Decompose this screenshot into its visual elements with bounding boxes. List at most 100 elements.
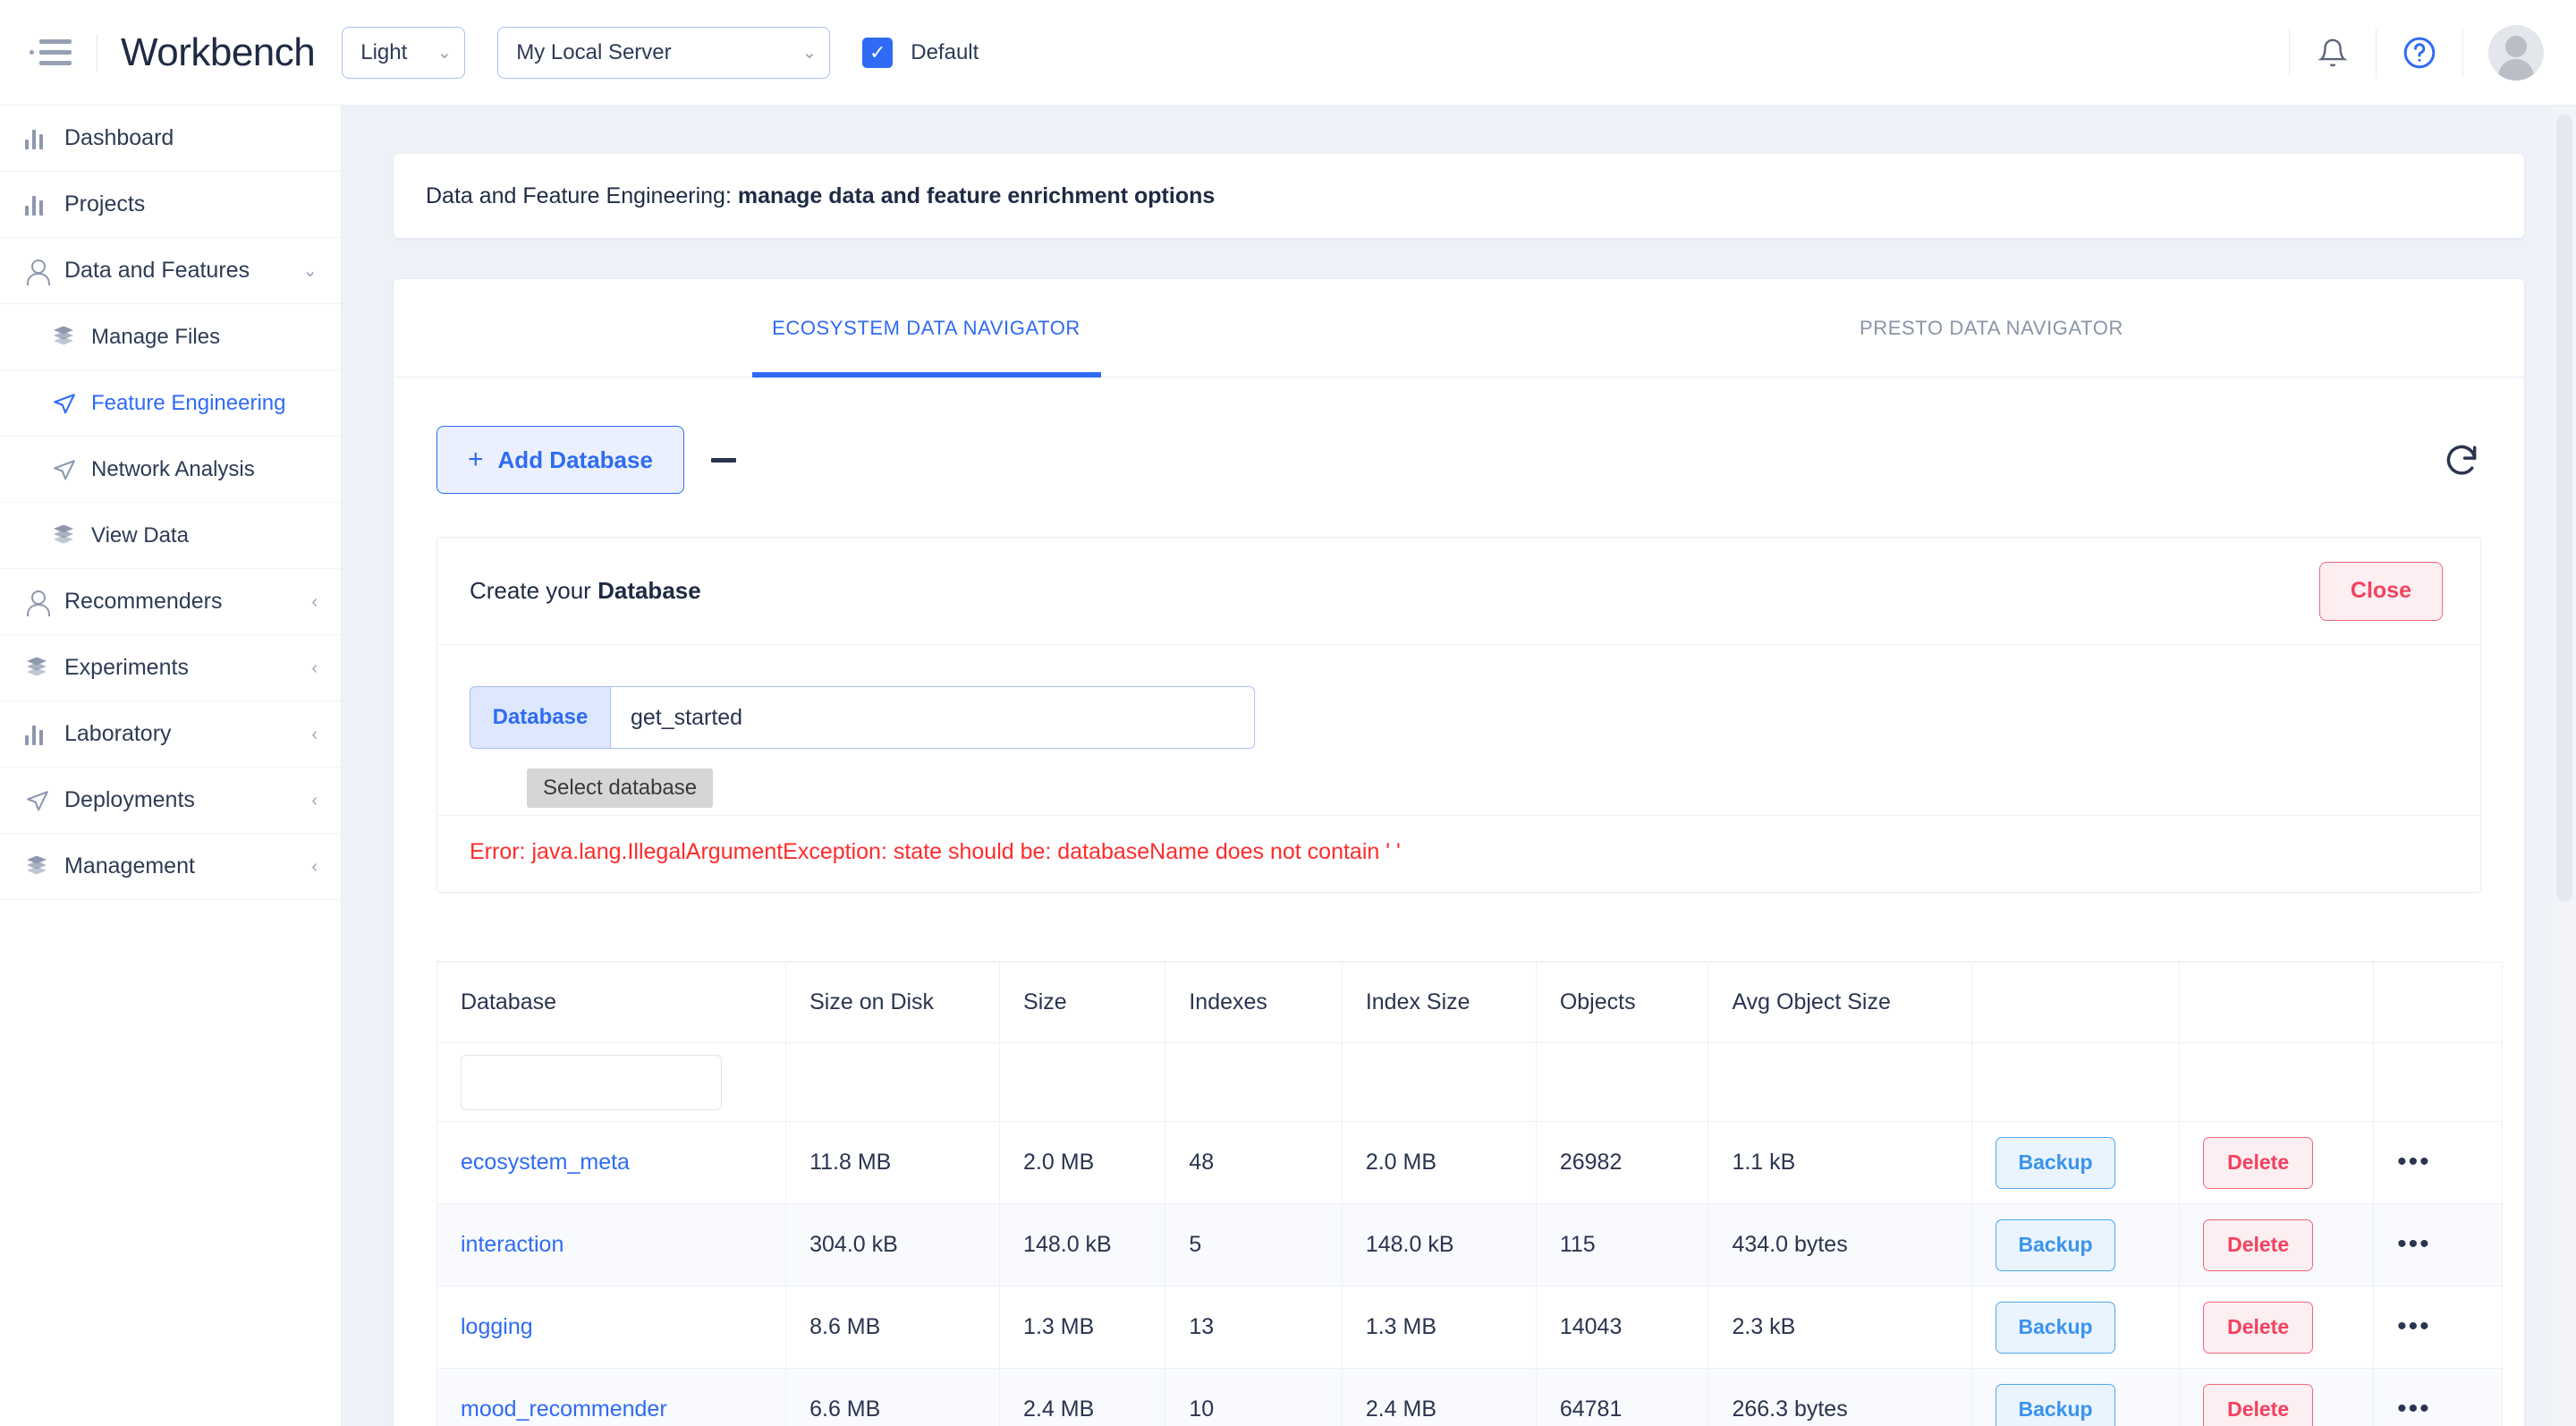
delete-button[interactable]: Delete bbox=[2203, 1301, 2314, 1354]
cell-objects: 14043 bbox=[1535, 1286, 1709, 1369]
database-select-addon[interactable]: Database bbox=[470, 686, 611, 749]
theme-select[interactable]: Light ⌄ bbox=[342, 26, 466, 79]
sidebar-item-data-and-features[interactable]: Data and Features ⌄ bbox=[0, 238, 341, 304]
backup-button[interactable]: Backup bbox=[1996, 1218, 2115, 1271]
sidebar-item-icon bbox=[25, 789, 64, 812]
avatar[interactable] bbox=[2488, 24, 2544, 81]
send-icon bbox=[54, 393, 75, 413]
database-link[interactable]: ecosystem_meta bbox=[461, 1150, 630, 1175]
sidebar-item-manage-files[interactable]: Manage Files bbox=[0, 304, 341, 370]
sidebar-item-label: Manage Files bbox=[91, 324, 221, 349]
cell-avg-object-size: 434.0 bytes bbox=[1707, 1203, 1973, 1286]
default-checkbox-group: ✓ Default bbox=[862, 37, 979, 68]
column-header-size-on-disk[interactable]: Size on Disk bbox=[785, 962, 1001, 1043]
sidebar-item-network-analysis[interactable]: Network Analysis bbox=[0, 437, 341, 503]
default-checkbox[interactable]: ✓ bbox=[862, 37, 894, 68]
more-options-icon[interactable]: ••• bbox=[2397, 1229, 2431, 1259]
create-title-prefix: Create your bbox=[470, 577, 598, 604]
chevron-icon[interactable]: ‹ bbox=[311, 726, 318, 743]
help-button[interactable] bbox=[2377, 0, 2462, 105]
cell-avg-object-size: 1.1 kB bbox=[1707, 1121, 1973, 1204]
notifications-button[interactable] bbox=[2290, 0, 2376, 105]
database-name-input[interactable] bbox=[611, 686, 1255, 749]
delete-button[interactable]: Delete bbox=[2203, 1218, 2314, 1271]
database-link[interactable]: interaction bbox=[461, 1232, 564, 1257]
chevron-down-icon: ⌄ bbox=[436, 42, 453, 63]
column-header-objects[interactable]: Objects bbox=[1535, 962, 1709, 1043]
column-header-avg-object-size[interactable]: Avg Object Size bbox=[1707, 962, 1973, 1043]
add-database-label: Add Database bbox=[497, 446, 653, 473]
column-header-index-size[interactable]: Index Size bbox=[1341, 962, 1537, 1043]
sidebar-item-recommenders[interactable]: Recommenders ‹ bbox=[0, 569, 341, 635]
vertical-scrollbar[interactable] bbox=[2553, 106, 2576, 1426]
delete-button[interactable]: Delete bbox=[2203, 1136, 2314, 1189]
database-link[interactable]: logging bbox=[461, 1314, 533, 1339]
navigator-card: ECOSYSTEM DATA NAVIGATOR PRESTO DATA NAV… bbox=[394, 279, 2524, 1426]
sidebar-item-icon bbox=[52, 458, 91, 481]
cell-size-on-disk: 6.6 MB bbox=[785, 1368, 1001, 1426]
backup-button[interactable]: Backup bbox=[1996, 1301, 2115, 1354]
bell-icon bbox=[2318, 38, 2348, 66]
column-header-actions bbox=[2373, 962, 2503, 1043]
database-filter-input[interactable] bbox=[461, 1054, 722, 1110]
sidebar-item-icon bbox=[25, 194, 64, 216]
table-row: interaction 304.0 kB 148.0 kB 5 148.0 kB 115 4… bbox=[436, 1203, 2503, 1286]
sidebar-item-projects[interactable]: Projects bbox=[0, 172, 341, 238]
chevron-icon[interactable]: ⌄ bbox=[302, 262, 318, 280]
table-row: logging 8.6 MB 1.3 MB 13 1.3 MB 14043 2.3 kB Ba… bbox=[436, 1286, 2503, 1369]
sidebar-item-deployments[interactable]: Deployments ‹ bbox=[0, 768, 341, 834]
sidebar-item-label: Experiments bbox=[64, 655, 189, 680]
cell-objects: 26982 bbox=[1535, 1121, 1709, 1204]
hamburger-bar bbox=[39, 39, 72, 44]
cell-delete: Delete bbox=[2179, 1121, 2375, 1204]
default-checkbox-label: Default bbox=[911, 39, 979, 64]
chevron-icon[interactable]: ‹ bbox=[311, 792, 318, 810]
cell-actions: ••• bbox=[2373, 1203, 2503, 1286]
cell-database: mood_recommender bbox=[436, 1368, 787, 1426]
databases-table-wrap: Database Size on Disk Size Indexes Index… bbox=[436, 961, 2503, 1426]
cell-indexes: 48 bbox=[1165, 1121, 1343, 1204]
database-link[interactable]: mood_recommender bbox=[461, 1396, 667, 1422]
delete-button[interactable]: Delete bbox=[2203, 1383, 2314, 1426]
server-select[interactable]: My Local Server ⌄ bbox=[497, 26, 831, 79]
chevron-icon[interactable]: ‹ bbox=[311, 593, 318, 611]
filter-cell-empty bbox=[1535, 1042, 1709, 1122]
sidebar-item-dashboard[interactable]: Dashboard bbox=[0, 106, 341, 172]
chevron-icon[interactable]: ‹ bbox=[311, 858, 318, 876]
sidebar-item-laboratory[interactable]: Laboratory ‹ bbox=[0, 701, 341, 768]
backup-button[interactable]: Backup bbox=[1996, 1383, 2115, 1426]
sidebar-item-management[interactable]: Management ‹ bbox=[0, 834, 341, 900]
tab-ecosystem-data-navigator[interactable]: ECOSYSTEM DATA NAVIGATOR bbox=[394, 279, 1459, 377]
table-head: Database Size on Disk Size Indexes Index… bbox=[436, 962, 2503, 1122]
chevron-icon[interactable]: ‹ bbox=[311, 659, 318, 677]
more-options-icon[interactable]: ••• bbox=[2397, 1394, 2431, 1423]
cell-actions: ••• bbox=[2373, 1286, 2503, 1369]
sidebar-item-icon bbox=[25, 590, 64, 616]
column-header-database[interactable]: Database bbox=[436, 962, 787, 1043]
more-options-icon[interactable]: ••• bbox=[2397, 1147, 2431, 1176]
bar-chart-icon bbox=[25, 128, 43, 149]
hamburger-icon[interactable] bbox=[30, 35, 73, 71]
sidebar-item-view-data[interactable]: View Data bbox=[0, 503, 341, 569]
more-options-icon[interactable]: ••• bbox=[2397, 1311, 2431, 1341]
column-header-indexes[interactable]: Indexes bbox=[1165, 962, 1343, 1043]
hamburger-bar bbox=[39, 61, 72, 65]
add-database-button[interactable]: + Add Database bbox=[436, 426, 684, 494]
tab-presto-data-navigator[interactable]: PRESTO DATA NAVIGATOR bbox=[1459, 279, 2524, 377]
sidebar-item-experiments[interactable]: Experiments ‹ bbox=[0, 635, 341, 701]
create-title-bold: Database bbox=[597, 577, 701, 604]
minus-icon[interactable] bbox=[710, 457, 736, 463]
sidebar-item-icon bbox=[25, 128, 64, 149]
create-database-body: Database Select database bbox=[437, 645, 2480, 815]
cell-size-on-disk: 304.0 kB bbox=[785, 1203, 1001, 1286]
close-button[interactable]: Close bbox=[2318, 561, 2443, 621]
cell-size-on-disk: 8.6 MB bbox=[785, 1286, 1001, 1369]
sidebar-item-icon bbox=[52, 326, 91, 348]
scrollbar-thumb[interactable] bbox=[2556, 115, 2572, 902]
sidebar-item-feature-engineering[interactable]: Feature Engineering bbox=[0, 370, 341, 437]
refresh-button[interactable] bbox=[2442, 440, 2481, 480]
column-header-size[interactable]: Size bbox=[999, 962, 1166, 1043]
cell-database: logging bbox=[436, 1286, 787, 1369]
backup-button[interactable]: Backup bbox=[1996, 1136, 2115, 1189]
column-header-delete bbox=[2179, 962, 2375, 1043]
